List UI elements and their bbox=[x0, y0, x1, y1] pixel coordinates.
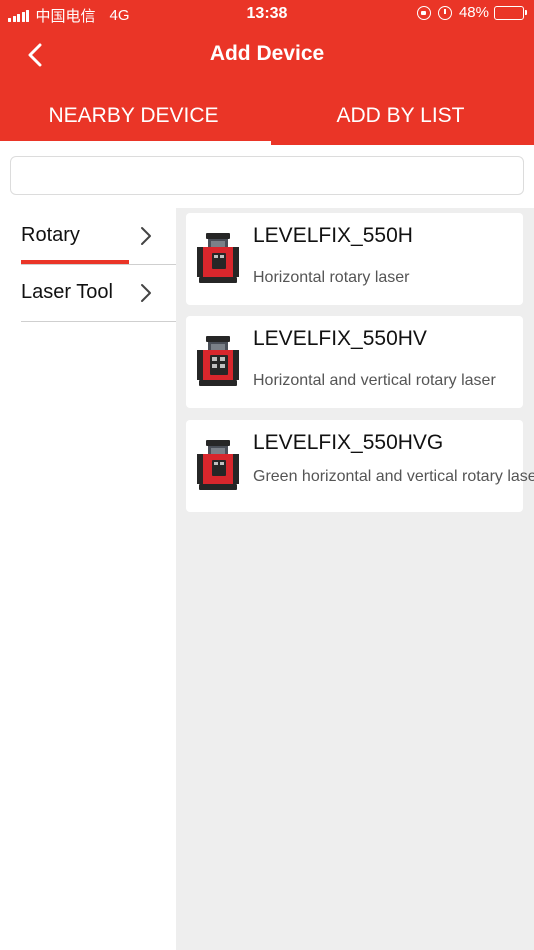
product-name: LEVELFIX_550HVG bbox=[253, 431, 444, 454]
status-bar: 中国电信 4G 13:38 48% bbox=[0, 0, 534, 28]
product-list: LEVELFIX_550H Horizontal rotary laser LE… bbox=[176, 208, 534, 950]
category-sidebar: Rotary Laser Tool bbox=[0, 208, 176, 950]
product-description: Horizontal and vertical rotary laser bbox=[253, 372, 496, 389]
product-card-levelfix-550h[interactable]: LEVELFIX_550H Horizontal rotary laser bbox=[186, 213, 523, 305]
category-rotary[interactable]: Rotary bbox=[21, 208, 176, 265]
product-description: Horizontal rotary laser bbox=[253, 269, 410, 286]
product-name: LEVELFIX_550H bbox=[253, 224, 413, 247]
tab-bar: NEARBY DEVICE ADD BY LIST bbox=[0, 92, 534, 142]
category-label: Laser Tool bbox=[21, 281, 113, 303]
battery-icon bbox=[494, 5, 527, 20]
tab-active-indicator bbox=[0, 141, 271, 145]
status-right: 48% bbox=[416, 4, 527, 21]
product-name: LEVELFIX_550HV bbox=[253, 327, 427, 350]
rotary-laser-image bbox=[197, 336, 239, 386]
tab-add-by-list[interactable]: ADD BY LIST bbox=[267, 92, 534, 142]
category-divider bbox=[21, 321, 176, 322]
product-card-levelfix-550hvg[interactable]: LEVELFIX_550HVG Green horizontal and ver… bbox=[186, 420, 534, 512]
alarm-icon bbox=[437, 5, 452, 20]
app-header: 中国电信 4G 13:38 48% Add Device NEARBY DEVI… bbox=[0, 0, 534, 145]
category-label: Rotary bbox=[21, 224, 80, 246]
page-title: Add Device bbox=[209, 42, 325, 65]
chevron-right-icon bbox=[141, 284, 151, 302]
battery-percent: 48% bbox=[458, 4, 489, 21]
tab-nearby-device[interactable]: NEARBY DEVICE bbox=[0, 92, 267, 142]
category-laser-tool[interactable]: Laser Tool bbox=[21, 265, 176, 322]
rotary-laser-image bbox=[197, 233, 239, 283]
rotary-laser-image bbox=[197, 440, 239, 490]
orientation-lock-icon bbox=[416, 5, 431, 20]
product-description: Green horizontal and vertical rotary las… bbox=[253, 468, 534, 485]
search-input[interactable] bbox=[10, 156, 524, 195]
chevron-right-icon bbox=[141, 227, 151, 245]
product-card-levelfix-550hv[interactable]: LEVELFIX_550HV Horizontal and vertical r… bbox=[186, 316, 523, 408]
